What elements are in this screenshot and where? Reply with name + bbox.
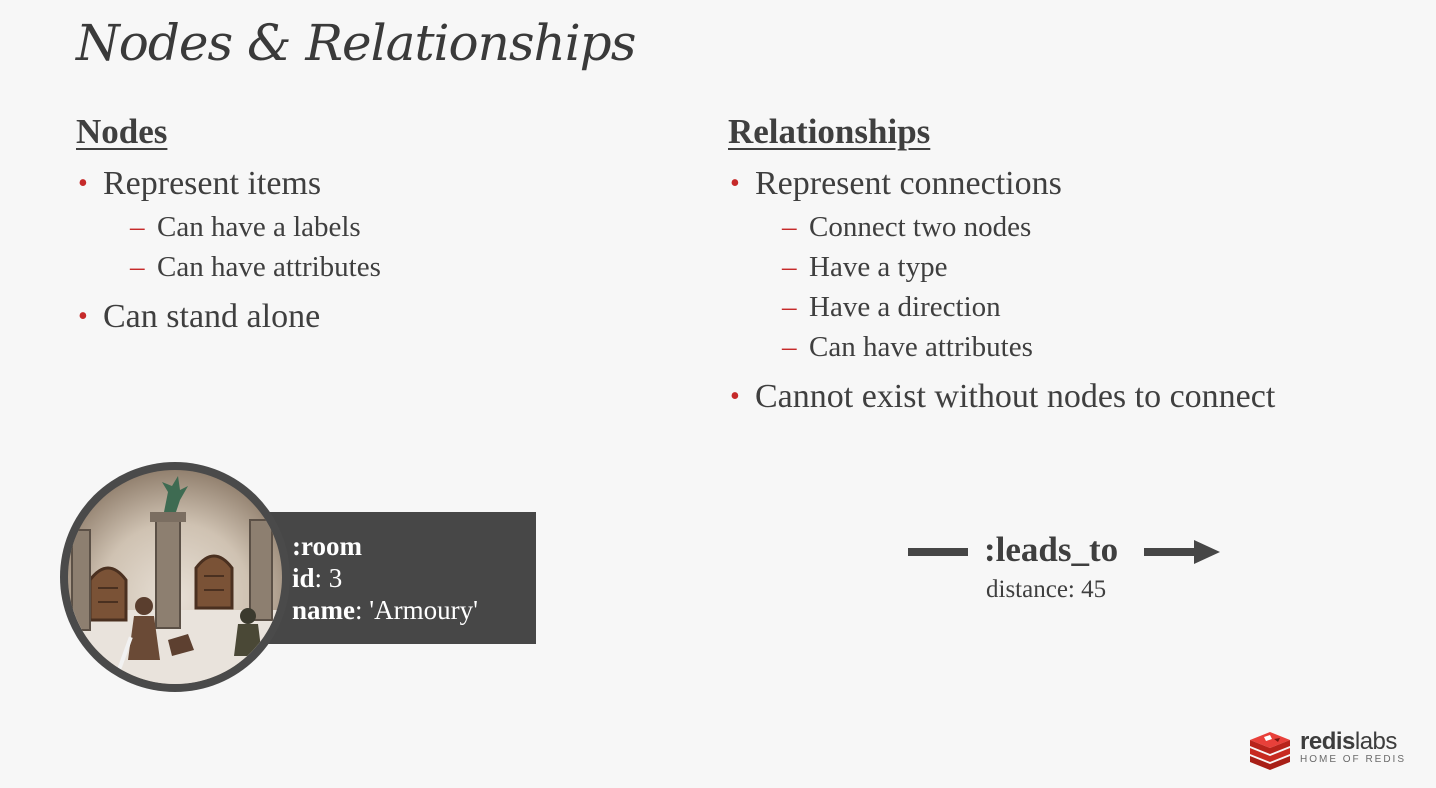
sub-bullet-text: Have a type — [809, 251, 948, 283]
relationship-attribute: distance: 45 — [986, 576, 1107, 603]
slide-title: Nodes & Relationships — [76, 14, 636, 72]
redis-cube-icon — [1250, 732, 1290, 770]
sub-bullet: – Have a type — [755, 247, 1288, 287]
sub-bullet-list: – Can have a labels – Can have attributes — [103, 207, 636, 287]
nodes-bullet: • Can stand alone — [76, 297, 636, 337]
sub-bullet: – Can have a labels — [103, 207, 636, 247]
bullet-text: Represent items — [103, 165, 322, 202]
bullet-dot-icon: • — [78, 168, 88, 199]
dash-icon: – — [782, 331, 797, 363]
relationships-heading: Relationships — [728, 112, 931, 151]
relationships-bullet: • Cannot exist without nodes to connect — [728, 377, 1288, 417]
sub-bullet: – Connect two nodes — [755, 207, 1288, 247]
logo-tagline: HOME OF REDIS — [1300, 754, 1407, 765]
node-id-value: : 3 — [314, 563, 343, 593]
sub-bullet-text: Have a direction — [809, 291, 1001, 323]
bullet-dot-icon: • — [730, 381, 740, 412]
sub-bullet-text: Can have attributes — [809, 331, 1033, 363]
bullet-text: Represent connections — [755, 165, 1062, 202]
bullet-text: Can stand alone — [103, 298, 321, 335]
sub-bullet-list: – Connect two nodes – Have a type – Have a … — [755, 207, 1288, 367]
node-id-key: id — [292, 563, 315, 593]
relationship-type: :leads_to — [984, 530, 1119, 569]
miniatures-illustration — [68, 476, 282, 684]
dash-icon: – — [782, 291, 797, 323]
sub-bullet-text: Can have a labels — [157, 211, 361, 243]
node-miniatures-image — [68, 470, 282, 684]
sub-bullet-text: Connect two nodes — [809, 211, 1032, 243]
bullet-text: Cannot exist without nodes to connect — [755, 378, 1276, 415]
node-name-row: name: 'Armoury' — [292, 594, 478, 626]
node-name-key: name — [292, 595, 355, 625]
sub-bullet: – Can have attributes — [755, 327, 1288, 367]
sub-bullet-text: Can have attributes — [157, 251, 381, 283]
relationships-bullet: • Represent connections – Connect two nod… — [728, 164, 1288, 367]
relationships-section: Relationships • Represent connections – C… — [728, 112, 1288, 427]
sub-bullet: – Have a direction — [755, 287, 1288, 327]
node-attributes: :room id: 3 name: 'Armoury' — [292, 530, 478, 626]
relationship-example: :leads_to distance: 45 — [908, 530, 1228, 610]
nodes-heading: Nodes — [76, 112, 168, 151]
redislabs-logo: redislabs HOME OF REDIS — [1248, 728, 1408, 772]
dash-icon: – — [782, 211, 797, 243]
dash-icon: – — [130, 251, 145, 283]
bullet-dot-icon: • — [730, 168, 740, 199]
nodes-bullet-list: • Represent items – Can have a labels – Ca… — [76, 164, 636, 337]
node-name-value: : 'Armoury' — [355, 595, 478, 625]
nodes-section: Nodes • Represent items – Can have a labe… — [76, 112, 636, 347]
dash-icon: – — [130, 211, 145, 243]
bullet-dot-icon: • — [78, 301, 88, 332]
node-id-row: id: 3 — [292, 562, 478, 594]
sub-bullet: – Can have attributes — [103, 247, 636, 287]
logo-wordmark: redislabs — [1300, 728, 1397, 755]
nodes-bullet: • Represent items – Can have a labels – Ca… — [76, 164, 636, 287]
dash-icon: – — [782, 251, 797, 283]
relationships-bullet-list: • Represent connections – Connect two nod… — [728, 164, 1288, 417]
node-label: :room — [292, 531, 362, 561]
node-circle — [60, 462, 290, 692]
